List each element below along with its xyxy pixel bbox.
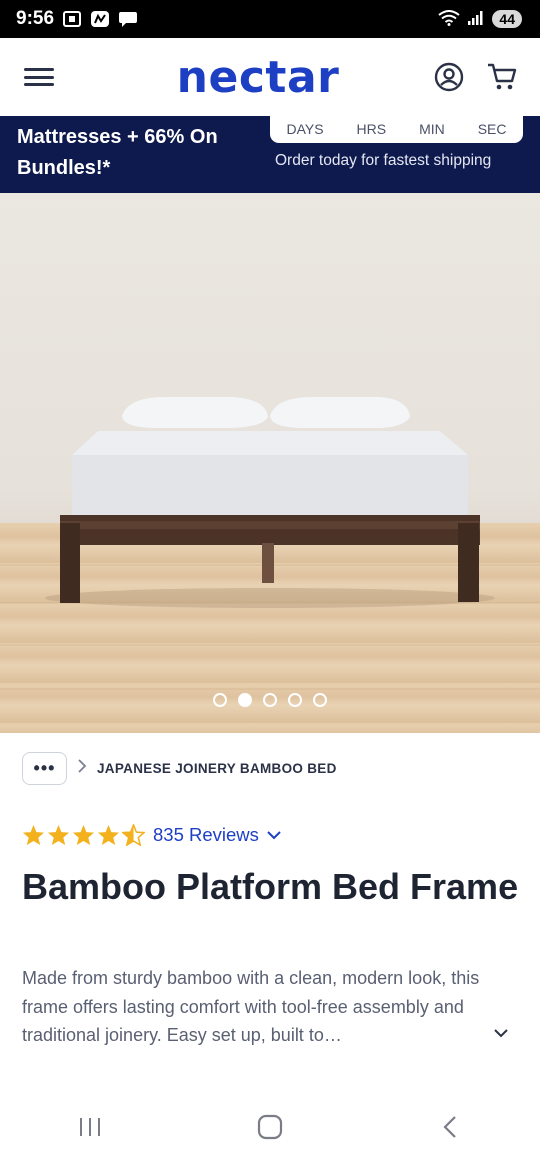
reviews-count: 835 Reviews (153, 824, 259, 845)
account-icon[interactable] (434, 62, 464, 92)
back-icon[interactable] (420, 1107, 480, 1147)
product-title: Bamboo Platform Bed Frame (22, 866, 519, 907)
signal-icon (468, 10, 484, 28)
half-star-icon (122, 824, 145, 846)
status-bar: 9:56 44 (0, 0, 540, 38)
status-right: 44 (438, 9, 522, 29)
recent-apps-icon[interactable] (60, 1107, 120, 1147)
promo-title: Mattresses + 66% On Bundles!* (17, 126, 218, 179)
battery-indicator: 44 (492, 10, 522, 28)
carousel-dot-3[interactable] (263, 693, 277, 707)
product-description: Made from sturdy bamboo with a clean, mo… (22, 968, 480, 1045)
countdown-days-label: DAYS (286, 121, 324, 137)
status-time: 9:56 (16, 8, 55, 29)
promo-banner[interactable]: Mattresses + 66% On Bundles!* DAYS HRS M… (0, 115, 540, 193)
reviews-link[interactable]: 835 Reviews (153, 824, 281, 846)
news-icon (90, 10, 110, 28)
carousel-dot-4[interactable] (288, 693, 302, 707)
chevron-right-icon (77, 759, 87, 778)
star-icon (97, 824, 120, 846)
system-nav-bar (0, 1095, 540, 1158)
status-left: 9:56 (16, 8, 138, 30)
star-icon (47, 824, 70, 846)
carousel-dots (0, 693, 540, 707)
countdown-hours-label: HRS (356, 121, 387, 137)
menu-icon[interactable] (24, 66, 54, 88)
nectar-logo[interactable]: nectar (177, 52, 340, 103)
star-icon (72, 824, 95, 846)
home-icon[interactable] (240, 1107, 300, 1147)
countdown-minutes-label: MIN (419, 121, 445, 137)
breadcrumb: ••• JAPANESE JOINERY BAMBOO BED (22, 752, 337, 785)
countdown-timer: DAYS HRS MIN SEC (270, 115, 523, 143)
site-header: nectar (0, 38, 540, 116)
carousel-dot-5[interactable] (313, 693, 327, 707)
chat-icon (118, 10, 138, 28)
product-rating: 835 Reviews (22, 824, 281, 846)
header-actions (434, 62, 518, 92)
breadcrumb-more-button[interactable]: ••• (22, 752, 67, 785)
bed-frame-image (0, 397, 540, 690)
expand-description-icon[interactable] (494, 1025, 508, 1043)
product-image-carousel[interactable] (0, 193, 540, 733)
chevron-down-icon (267, 830, 281, 839)
wifi-icon (438, 9, 461, 29)
star-rating (22, 824, 145, 846)
carousel-dot-1[interactable] (213, 693, 227, 707)
screenshot-icon (62, 10, 82, 28)
breadcrumb-current[interactable]: JAPANESE JOINERY BAMBOO BED (97, 761, 337, 776)
cart-icon[interactable] (486, 62, 518, 92)
star-icon (22, 824, 45, 846)
promo-subtitle: Order today for fastest shipping (275, 152, 492, 169)
countdown-seconds-label: SEC (477, 121, 507, 137)
carousel-dot-2[interactable] (238, 693, 252, 707)
